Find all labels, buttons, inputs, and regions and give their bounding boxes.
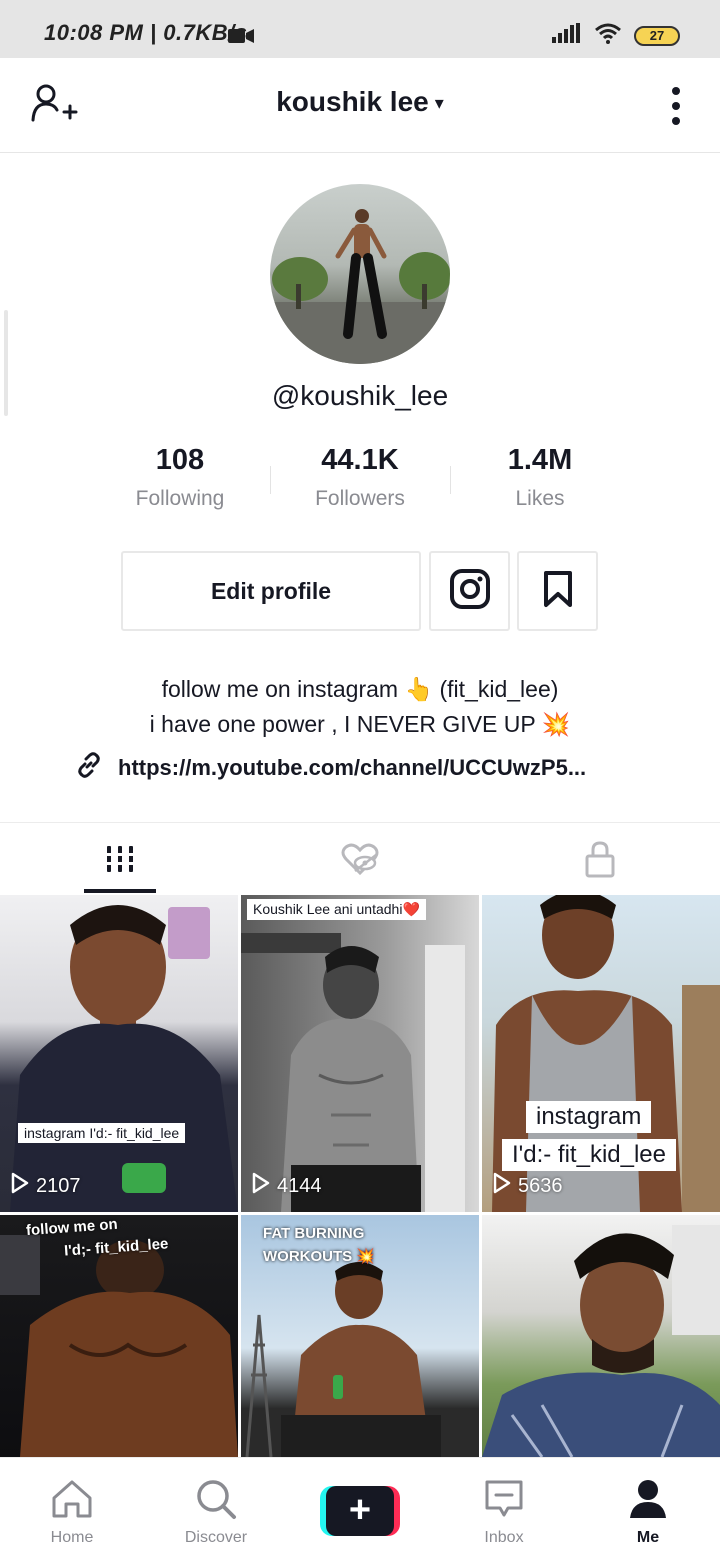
- profile-name-switcher[interactable]: koushik lee ▾: [0, 86, 720, 118]
- more-options-icon[interactable]: [670, 86, 682, 126]
- bookmark-icon: [542, 570, 574, 613]
- view-count-value: 2107: [36, 1174, 81, 1197]
- play-icon: [251, 1172, 271, 1200]
- link-text: https://m.youtube.com/channel/UCCUwzP5..…: [118, 755, 587, 780]
- profile-header: koushik lee ▾: [0, 58, 720, 153]
- profile-icon: [626, 1480, 670, 1524]
- video-caption: I'd:- fit_kid_lee: [502, 1139, 676, 1171]
- grid-icon: [105, 844, 135, 879]
- instagram-icon: [449, 568, 491, 615]
- video-caption: instagram: [526, 1101, 652, 1133]
- favorites-button[interactable]: [517, 551, 598, 631]
- chevron-down-icon: ▾: [434, 93, 444, 114]
- video-thumbnail[interactable]: Koushik Lee ani untadhi❤️ 4144: [241, 895, 479, 1212]
- profile-tabs: [0, 822, 720, 894]
- video-thumbnail[interactable]: instagram I'd:- fit_kid_lee 5636: [482, 895, 720, 1212]
- stat-followers[interactable]: 44.1K Followers: [270, 444, 450, 511]
- nav-label: Me: [636, 1529, 660, 1546]
- hidden-heart-icon: [340, 842, 380, 881]
- video-thumbnail[interactable]: follow me on I'd;- fit_kid_lee: [0, 1215, 238, 1457]
- stat-following[interactable]: 108 Following: [90, 444, 270, 511]
- view-count: 4144: [251, 1172, 322, 1200]
- play-icon: [492, 1172, 512, 1200]
- tab-private[interactable]: [576, 839, 624, 883]
- nav-label: Inbox: [484, 1529, 524, 1546]
- link-icon: [76, 752, 102, 784]
- stat-value: 108: [155, 444, 205, 476]
- signal-icon: [552, 23, 582, 48]
- profile-handle: @koushik_lee: [271, 380, 449, 411]
- avatar[interactable]: [270, 184, 450, 364]
- nav-discover[interactable]: Discover: [166, 1478, 266, 1547]
- status-bar: 10:08 PM | 0.7KB/s 27: [0, 0, 720, 58]
- video-thumbnail[interactable]: instagram I'd:- fit_kid_lee 2107: [0, 895, 238, 1212]
- nav-me[interactable]: Me: [598, 1478, 698, 1547]
- status-time: 10:08 PM | 0.7KB/s: [44, 20, 248, 45]
- stat-likes[interactable]: 1.4M Likes: [450, 444, 630, 511]
- stat-value: 1.4M: [507, 444, 573, 476]
- create-video-button[interactable]: +: [320, 1486, 400, 1536]
- profile-link[interactable]: https://m.youtube.com/channel/UCCUwzP5..…: [76, 752, 586, 784]
- video-caption: FAT BURNING: [263, 1225, 365, 1242]
- active-tab-indicator: [84, 889, 156, 893]
- stat-label: Followers: [315, 487, 405, 510]
- tab-liked[interactable]: [336, 839, 384, 883]
- stat-label: Following: [135, 487, 225, 510]
- profile-stats: 108 Following 44.1K Followers 1.4M Likes: [90, 444, 630, 511]
- video-thumbnail[interactable]: [482, 1215, 720, 1457]
- home-icon: [50, 1480, 94, 1524]
- video-grid: instagram I'd:- fit_kid_lee 2107 Koushik…: [0, 895, 720, 1457]
- plus-icon: +: [326, 1486, 394, 1536]
- lock-icon: [584, 840, 616, 883]
- bottom-navigation: Home Discover + Inbox Me: [0, 1457, 720, 1568]
- bio-line: i have one power , I NEVER GIVE UP 💥: [149, 711, 571, 737]
- wifi-icon: [594, 22, 622, 49]
- edit-profile-button[interactable]: Edit profile: [121, 551, 421, 631]
- nav-label: Discover: [184, 1529, 248, 1546]
- bio-line: follow me on instagram 👆 (fit_kid_lee): [161, 676, 559, 702]
- instagram-button[interactable]: [429, 551, 510, 631]
- stat-value: 44.1K: [321, 444, 399, 476]
- view-count-value: 4144: [277, 1174, 322, 1197]
- view-count-value: 5636: [518, 1174, 563, 1197]
- profile-name: koushik lee: [276, 86, 429, 117]
- view-count: 5636: [492, 1172, 563, 1200]
- video-recording-icon: [228, 28, 254, 49]
- video-thumbnail[interactable]: FAT BURNING WORKOUTS 💥: [241, 1215, 479, 1457]
- video-caption: WORKOUTS 💥: [263, 1248, 376, 1265]
- tab-videos[interactable]: [96, 839, 144, 883]
- battery-indicator: 27: [634, 25, 680, 46]
- stat-label: Likes: [515, 487, 565, 510]
- nav-label: Home: [50, 1529, 94, 1546]
- view-count: 2107: [10, 1172, 81, 1200]
- video-caption: Koushik Lee ani untadhi❤️: [247, 899, 426, 920]
- nav-home[interactable]: Home: [22, 1478, 122, 1547]
- video-caption: instagram I'd:- fit_kid_lee: [18, 1123, 186, 1143]
- play-icon: [10, 1172, 30, 1200]
- inbox-icon: [482, 1480, 526, 1524]
- search-icon: [194, 1480, 238, 1524]
- profile-bio: follow me on instagram 👆 (fit_kid_lee) i…: [0, 672, 720, 742]
- nav-inbox[interactable]: Inbox: [454, 1478, 554, 1547]
